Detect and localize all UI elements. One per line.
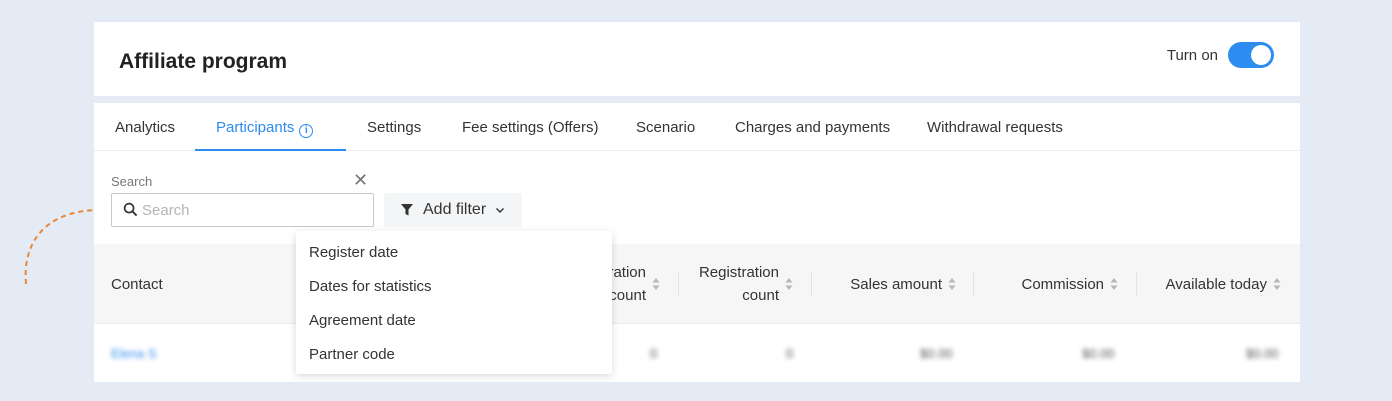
column-label: Sales amount [850, 275, 942, 293]
column-label-line: Registration [698, 264, 779, 281]
column-label-line: count [609, 287, 646, 304]
close-icon[interactable]: ✕ [353, 170, 368, 190]
filter-option-register-date[interactable]: Register date [296, 236, 612, 270]
search-label: Search [111, 174, 153, 189]
search-input[interactable] [142, 194, 370, 226]
tab-label: Withdrawal requests [927, 119, 1063, 136]
filter-option-dates-for-statistics[interactable]: Dates for statistics [296, 270, 612, 304]
tab-bar: Analytics Participants i Settings Fee set… [94, 103, 1300, 151]
column-label-line: count [742, 287, 779, 304]
column-label: Contact [111, 275, 163, 293]
column-commission[interactable]: Commission [984, 244, 1118, 324]
tab-charges-and-payments[interactable]: Charges and payments [735, 103, 890, 151]
toggle-knob [1251, 45, 1271, 65]
column-available-today[interactable]: Available today [1146, 244, 1281, 324]
sort-icon [785, 278, 793, 290]
filter-option-partner-code[interactable]: Partner code [296, 338, 612, 372]
tab-label: Settings [367, 119, 422, 136]
contact-link[interactable]: Elena S [111, 346, 157, 361]
tab-withdrawal-requests[interactable]: Withdrawal requests [927, 103, 1063, 151]
sort-icon [652, 278, 660, 290]
column-label-line: ration [608, 264, 646, 281]
cell-registrations: 0 [786, 346, 794, 361]
participants-panel: Analytics Participants i Settings Fee set… [94, 103, 1300, 382]
tab-label: Charges and payments [735, 119, 891, 136]
chevron-down-icon [496, 208, 505, 213]
tab-analytics[interactable]: Analytics [115, 103, 175, 151]
header-card: Affiliate program Turn on [94, 22, 1300, 96]
column-separator [973, 272, 974, 296]
column-separator [1136, 272, 1137, 296]
table-header: Contact ration count Registration count Sa… [94, 244, 1300, 324]
turn-on-toggle-group: Turn on [1167, 42, 1274, 68]
column-label: Commission [1021, 275, 1104, 293]
filter-option-agreement-date[interactable]: Agreement date [296, 304, 612, 338]
add-filter-button[interactable]: Add filter [384, 193, 522, 227]
cell-available: $0.00 [1246, 346, 1279, 361]
cell-visits: 0 [650, 346, 658, 361]
tab-label: Analytics [115, 119, 176, 136]
column-separator [678, 272, 679, 296]
sort-icon [948, 278, 956, 290]
filter-dropdown: Register date Dates for statistics Agree… [296, 231, 612, 374]
column-sales-amount[interactable]: Sales amount [824, 244, 956, 324]
turn-on-toggle[interactable] [1228, 42, 1274, 68]
tab-label: Scenario [636, 119, 696, 136]
tab-settings[interactable]: Settings [367, 103, 421, 151]
column-contact[interactable]: Contact [111, 244, 163, 324]
column-separator [811, 272, 812, 296]
tab-label: Fee settings (Offers) [462, 119, 599, 136]
add-filter-label: Add filter [423, 201, 487, 218]
tab-fee-settings[interactable]: Fee settings (Offers) [462, 103, 598, 151]
tab-scenario[interactable]: Scenario [636, 103, 695, 151]
search-box [111, 193, 374, 227]
search-icon [123, 202, 138, 217]
sort-icon [1273, 278, 1281, 290]
page-title: Affiliate program [119, 50, 288, 73]
cell-sales: $0.00 [920, 346, 953, 361]
column-label: ration count [608, 261, 646, 307]
column-label: Available today [1165, 275, 1267, 293]
column-registration-count[interactable]: Registration count [684, 244, 793, 324]
sort-icon [1110, 278, 1118, 290]
tab-participants[interactable]: Participants i [195, 103, 346, 151]
info-icon[interactable]: i [299, 124, 314, 138]
toggle-label: Turn on [1166, 46, 1218, 64]
cell-commission: $0.00 [1082, 346, 1115, 361]
column-label: Registration count [699, 261, 779, 307]
funnel-icon [401, 204, 413, 216]
tab-label: Participants [216, 119, 295, 136]
